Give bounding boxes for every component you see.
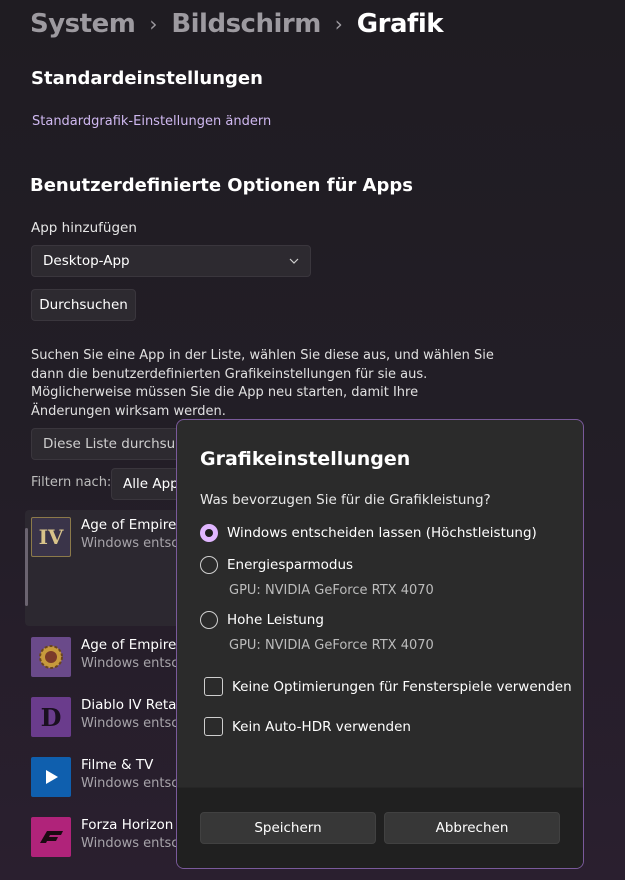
save-button[interactable]: Speichern [200,812,376,844]
checkbox-icon[interactable] [204,677,223,696]
list-item-app[interactable]: Filme & TV Windows entscheiden lassen [25,757,268,817]
forza-logo-icon [40,831,63,843]
gear-icon [39,645,63,669]
option-label: Windows entscheiden lassen (Höchstleistu… [227,525,537,541]
checkbox-no-auto-hdr[interactable]: Kein Auto-HDR verwenden [204,717,411,736]
play-icon [46,770,58,784]
checkbox-icon[interactable] [204,717,223,736]
instructions-text: Suchen Sie eine App in der Liste, wählen… [31,348,494,419]
diablo-icon: D [31,697,71,737]
graphics-settings-dialog: Grafikeinstellungen Was bevorzugen Sie f… [176,419,584,869]
radio-icon[interactable] [200,611,218,629]
section-heading-defaults: Standardeinstellungen [31,68,263,89]
browse-button[interactable]: Durchsuchen [31,289,136,321]
option-label: Energiesparmodus [227,557,354,573]
breadcrumb: System › Bildschirm › Grafik [30,4,444,44]
dialog-question: Was bevorzugen Sie für die Grafikleistun… [200,492,491,508]
app-type-dropdown[interactable]: Desktop-App [31,245,311,277]
add-app-label: App hinzufügen [31,220,137,236]
radio-selected-icon[interactable] [200,524,218,542]
breadcrumb-system[interactable]: System [30,9,136,39]
chevron-right-icon: › [149,12,158,36]
option-power-saving[interactable]: Energiesparmodus [200,556,353,574]
list-item-app[interactable]: D Diablo IV Retail Windows entscheiden l… [25,697,268,757]
cancel-button[interactable]: Abbrechen [384,812,560,844]
checkbox-label: Kein Auto-HDR verwenden [232,718,411,735]
filter-label: Filtern nach: [31,475,112,490]
checkbox-no-window-optimizations[interactable]: Keine Optimierungen für Fensterspiele ve… [204,677,572,696]
radio-icon[interactable] [200,556,218,574]
checkbox-label: Keine Optimierungen für Fensterspiele ve… [232,678,572,695]
list-item-app[interactable]: IV Age of Empires IV Windows entscheiden… [25,517,268,577]
breadcrumb-bildschirm[interactable]: Bildschirm [171,9,321,39]
list-item-app[interactable]: Age of Empires IV Windows entscheiden la… [25,637,268,697]
aoe4-emblem-icon [31,637,71,677]
breadcrumb-grafik: Grafik [356,9,444,39]
option-gpu-info: GPU: NVIDIA GeForce RTX 4070 [229,638,434,653]
list-item-app[interactable]: Forza Horizon 5 Windows entscheiden lass… [25,817,268,877]
forza-icon [31,817,71,857]
option-label: Hohe Leistung [227,612,324,628]
option-gpu-info: GPU: NVIDIA GeForce RTX 4070 [229,583,434,598]
chevron-right-icon: › [334,12,343,36]
default-graphics-link[interactable]: Standardgrafik-Einstellungen ändern [32,114,271,129]
dialog-footer: Speichern Abbrechen [177,787,583,868]
option-windows-decide[interactable]: Windows entscheiden lassen (Höchstleistu… [200,524,537,542]
dialog-title: Grafikeinstellungen [200,448,411,470]
option-high-performance[interactable]: Hohe Leistung [200,611,324,629]
movies-tv-icon [31,757,71,797]
section-heading-custom: Benutzerdefinierte Optionen für Apps [30,175,413,196]
chevron-down-icon [289,258,299,264]
app-type-value: Desktop-App [43,253,130,269]
aoe4-icon: IV [31,517,71,557]
